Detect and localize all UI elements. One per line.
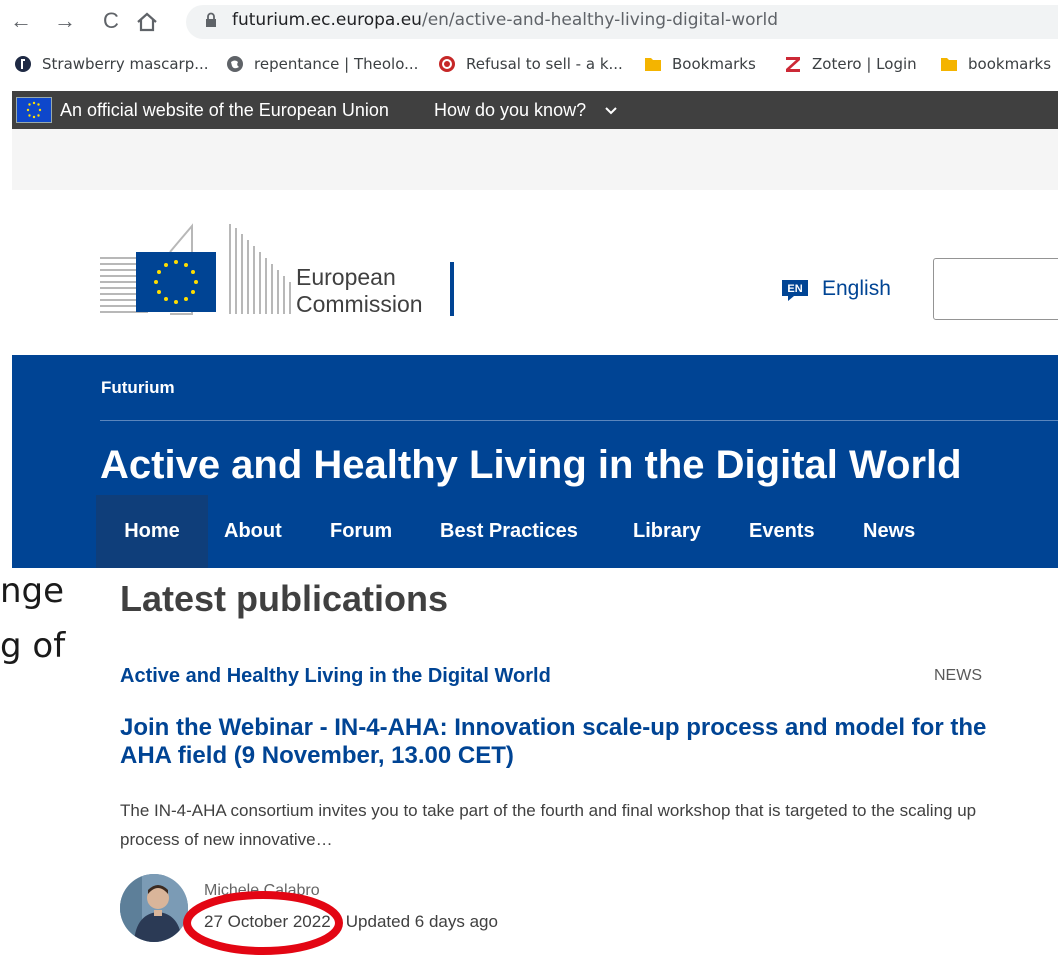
- site-globe-dark-icon: [14, 55, 32, 73]
- date-separator: -: [330, 912, 346, 931]
- url-host: futurium.ec.europa.eu: [232, 10, 422, 30]
- chevron-down-icon[interactable]: [604, 104, 618, 116]
- target-icon: [438, 55, 456, 73]
- european-commission-logo[interactable]: [100, 222, 300, 318]
- lock-icon: [205, 12, 217, 28]
- menu-item-best-practices[interactable]: Best Practices: [440, 495, 578, 568]
- back-arrow-icon[interactable]: ←: [8, 6, 34, 36]
- menu-item-news[interactable]: News: [863, 495, 915, 568]
- bookmark-strawberry[interactable]: Strawberry mascarp...: [14, 52, 209, 76]
- home-icon[interactable]: [134, 10, 160, 34]
- header-divider: [100, 420, 1058, 421]
- language-speech-icon[interactable]: EN: [780, 278, 810, 302]
- publication-headline-link[interactable]: Join the Webinar - IN-4-AHA: Innovation …: [120, 714, 1000, 770]
- forward-arrow-icon[interactable]: →: [52, 6, 78, 36]
- page-title: Active and Healthy Living in the Digital…: [100, 443, 962, 487]
- commission-name: European Commission: [296, 264, 423, 317]
- folder-icon: [644, 55, 662, 73]
- section-title: Latest publications: [120, 578, 449, 619]
- notice-band: [12, 129, 1058, 190]
- menu-item-forum[interactable]: Forum: [330, 495, 392, 568]
- menu-item-library[interactable]: Library: [633, 495, 701, 568]
- bookmark-folder-bookmarks-2[interactable]: bookmarks: [940, 52, 1051, 76]
- cropped-text-fragment: nge: [0, 571, 65, 611]
- svg-text:EN: EN: [787, 283, 802, 295]
- bookmark-repentance[interactable]: repentance | Theolo...: [226, 52, 418, 76]
- publication-teaser: The IN-4-AHA consortium invites you to t…: [120, 801, 977, 849]
- folder-icon: [940, 55, 958, 73]
- author-name[interactable]: Michele Calabro: [204, 882, 320, 900]
- publication-dateline: 27 October 2022 - Updated 6 days ago: [204, 912, 498, 932]
- bookmark-folder-bookmarks[interactable]: Bookmarks: [644, 52, 756, 76]
- url-path: /en/active-and-healthy-living-digital-wo…: [421, 10, 778, 30]
- cropped-text-fragment: g of: [0, 626, 66, 666]
- eu-flag-icon: [16, 97, 52, 123]
- how-do-you-know-button[interactable]: How do you know?: [434, 100, 586, 121]
- bookmark-refusal[interactable]: Refusal to sell - a k...: [438, 52, 623, 76]
- globe-icon: [226, 55, 244, 73]
- author-avatar[interactable]: [120, 874, 188, 942]
- menu-item-about[interactable]: About: [224, 495, 282, 568]
- eu-official-text: An official website of the European Unio…: [60, 100, 389, 120]
- publication-category-link[interactable]: Active and Healthy Living in the Digital…: [120, 665, 551, 688]
- url-text[interactable]: futurium.ec.europa.eu/en/active-and-heal…: [232, 10, 778, 30]
- bookmark-zotero[interactable]: Zotero | Login: [784, 52, 917, 76]
- logo-divider: [450, 262, 454, 316]
- search-input[interactable]: [933, 258, 1058, 320]
- publication-date: 27 October 2022: [204, 912, 331, 931]
- publication-type-label: NEWS: [934, 667, 982, 684]
- zotero-z-icon: [784, 55, 802, 73]
- menu-item-events[interactable]: Events: [749, 495, 815, 568]
- site-name[interactable]: Futurium: [101, 378, 175, 398]
- language-selector[interactable]: English: [822, 277, 891, 301]
- menu-item-home[interactable]: Home: [96, 495, 208, 568]
- reload-icon[interactable]: C: [98, 6, 124, 36]
- updated-time: Updated 6 days ago: [345, 912, 498, 931]
